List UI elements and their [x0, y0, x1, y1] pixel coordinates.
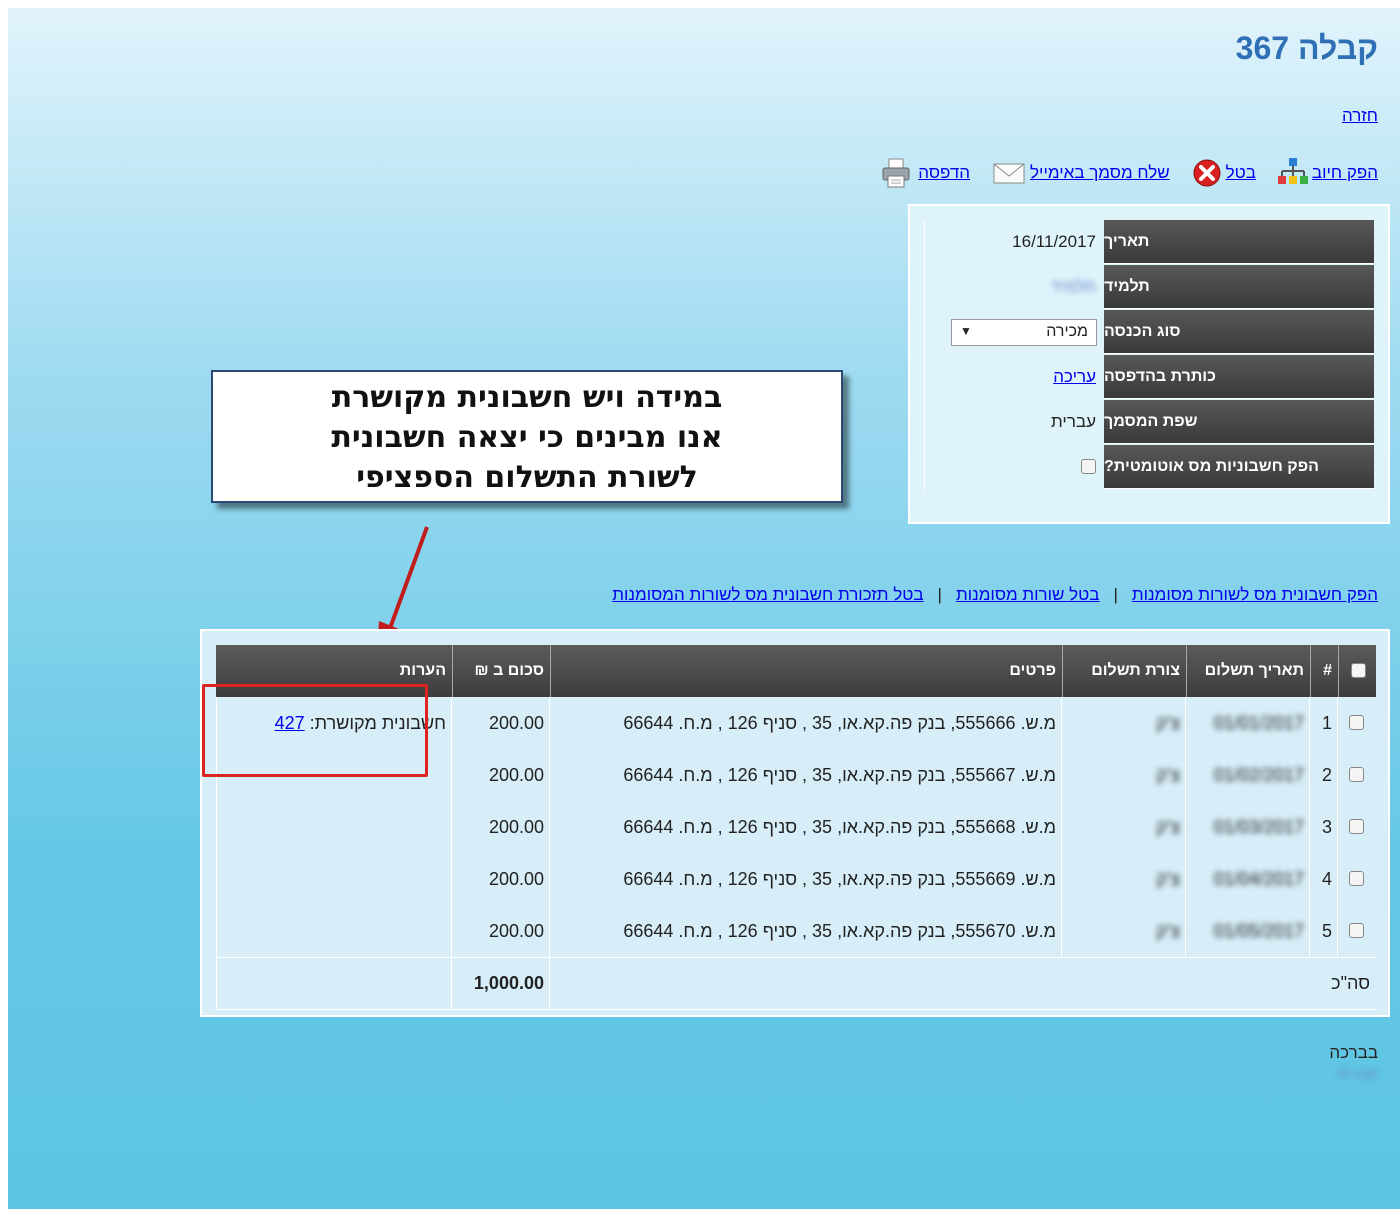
row-num: 5	[1321, 921, 1332, 941]
sitemap-icon	[1277, 156, 1308, 190]
table-row: 4 01/04/2017 צ'ק מ.ש. 555669, בנק פה.קא.…	[216, 853, 1376, 905]
row-payment-method: צ'ק	[1156, 921, 1180, 941]
row-amount: 200.00	[488, 869, 544, 889]
issue-charge-button[interactable]: הפק חיוב	[1277, 156, 1378, 190]
row-num: 4	[1321, 869, 1332, 889]
cancel-rows-link[interactable]: בטל שורות מסומנות	[956, 585, 1100, 605]
total-label: סה"כ	[1331, 973, 1370, 993]
cancel-x-icon	[1192, 158, 1222, 188]
row-payment-date: 01/01/2017	[1213, 713, 1304, 733]
dropdown-arrow-icon: ▼	[960, 324, 972, 338]
row-num: 3	[1321, 817, 1332, 837]
callout-box: במידה ויש חשבונית מקושרת אנו מבינים כי י…	[211, 370, 843, 503]
linked-invoice-highlight-frame	[202, 684, 428, 777]
document-info-panel: תאריך 16/11/2017 תלמיד תלמיד סוג הכנסה מ…	[908, 204, 1390, 524]
send-email-label[interactable]: שלח מסמך באימייל	[1030, 163, 1170, 183]
header-select-all	[1338, 645, 1376, 697]
income-type-row: סוג הכנסה מכירה ▼	[925, 310, 1374, 354]
row-amount: 200.00	[488, 713, 544, 733]
print-title-label: כותרת בהדפסה	[1104, 355, 1374, 399]
row-details: מ.ש. 555666, בנק פה.קא.או, 35 , סניף 126…	[623, 713, 1056, 733]
print-title-row: כותרת בהדפסה עריכה	[925, 355, 1374, 399]
cancel-label[interactable]: בטל	[1226, 163, 1256, 183]
header-payment-date: תאריך תשלום	[1186, 645, 1310, 697]
row-checkbox[interactable]	[1349, 715, 1364, 730]
row-checkbox[interactable]	[1349, 923, 1364, 938]
row-notes	[216, 905, 452, 957]
row-payment-method: צ'ק	[1156, 817, 1180, 837]
separator: |	[937, 585, 942, 604]
header-num: #	[1310, 645, 1338, 697]
callout-line-1: במידה ויש חשבונית מקושרת	[331, 380, 723, 415]
row-amount: 200.00	[488, 765, 544, 785]
row-checkbox[interactable]	[1349, 871, 1364, 886]
income-type-value: מכירה	[1046, 323, 1088, 340]
printer-icon	[880, 156, 914, 190]
auto-tax-checkbox[interactable]	[1081, 459, 1096, 474]
date-value: 16/11/2017	[1012, 232, 1096, 251]
table-actions-bar: הפק חשבונית מס לשורות מסומנות | בטל שורו…	[612, 585, 1378, 605]
table-row: 3 01/03/2017 צ'ק מ.ש. 555668, בנק פה.קא.…	[216, 801, 1376, 853]
row-payment-method: צ'ק	[1156, 765, 1180, 785]
date-row: תאריך 16/11/2017	[925, 220, 1374, 264]
callout-line-3: לשורת התשלום הספציפי	[356, 460, 698, 495]
footer-greeting: בברכה	[1329, 1043, 1378, 1062]
row-num: 2	[1321, 765, 1332, 785]
page-background: קבלה 367 חזרה הדפסה שלח מסמך באימייל בטל…	[8, 8, 1400, 1209]
row-num: 1	[1321, 713, 1332, 733]
print-label[interactable]: הדפסה	[918, 163, 970, 183]
total-row: סה"כ 1,000.00	[216, 957, 1376, 1009]
send-email-button[interactable]: שלח מסמך באימייל	[992, 160, 1170, 186]
table-row: 5 01/05/2017 צ'ק מ.ש. 555670, בנק פה.קא.…	[216, 905, 1376, 957]
row-payment-date: 01/03/2017	[1213, 817, 1304, 837]
auto-tax-row: הפק חשבוניות מס אוטומטית?	[925, 445, 1374, 489]
row-payment-method: צ'ק	[1156, 713, 1180, 733]
row-checkbox[interactable]	[1349, 819, 1364, 834]
select-all-checkbox[interactable]	[1351, 663, 1366, 678]
row-payment-date: 01/04/2017	[1213, 869, 1304, 889]
toolbar: הדפסה שלח מסמך באימייל בטל הפק חיוב	[880, 156, 1378, 190]
page-title: קבלה 367	[1235, 30, 1378, 66]
row-payment-method: צ'ק	[1156, 869, 1180, 889]
issue-charge-label[interactable]: הפק חיוב	[1312, 163, 1378, 183]
row-details: מ.ש. 555669, בנק פה.קא.או, 35 , סניף 126…	[623, 869, 1056, 889]
row-amount: 200.00	[488, 921, 544, 941]
header-details: פרטים	[550, 645, 1062, 697]
total-value: 1,000.00	[473, 973, 544, 993]
row-details: מ.ש. 555668, בנק פה.קא.או, 35 , סניף 126…	[623, 817, 1056, 837]
auto-tax-label: הפק חשבוניות מס אוטומטית?	[1104, 445, 1374, 489]
student-label: תלמיד	[1104, 265, 1374, 309]
footer-signature: חנה לוי	[1335, 1066, 1378, 1082]
student-row: תלמיד תלמיד	[925, 265, 1374, 309]
language-value: עברית	[1051, 412, 1096, 431]
row-payment-date: 01/05/2017	[1213, 921, 1304, 941]
row-details: מ.ש. 555670, בנק פה.קא.או, 35 , סניף 126…	[623, 921, 1056, 941]
row-payment-date: 01/02/2017	[1213, 765, 1304, 785]
envelope-icon	[992, 160, 1026, 186]
back-link[interactable]: חזרה	[1342, 106, 1378, 126]
income-type-label: סוג הכנסה	[1104, 310, 1374, 354]
row-details: מ.ש. 555667, בנק פה.קא.או, 35 , סניף 126…	[623, 765, 1056, 785]
cancel-button[interactable]: בטל	[1192, 158, 1256, 188]
student-value[interactable]: תלמיד	[1050, 277, 1096, 297]
row-notes	[216, 853, 452, 905]
language-label: שפת המסמך	[1104, 400, 1374, 444]
separator: |	[1113, 585, 1118, 604]
print-button[interactable]: הדפסה	[880, 156, 970, 190]
income-type-select[interactable]: מכירה ▼	[951, 319, 1097, 346]
row-notes	[216, 801, 452, 853]
language-row: שפת המסמך עברית	[925, 400, 1374, 444]
edit-print-title-link[interactable]: עריכה	[1053, 367, 1096, 387]
callout-line-2: אנו מבינים כי יצאה חשבונית	[331, 420, 723, 455]
header-amount: סכום ב ₪	[452, 645, 550, 697]
issue-tax-invoice-link[interactable]: הפק חשבונית מס לשורות מסומנות	[1132, 585, 1378, 605]
header-payment-method: צורת תשלום	[1062, 645, 1186, 697]
date-label: תאריך	[1104, 220, 1374, 264]
row-checkbox[interactable]	[1349, 767, 1364, 782]
row-amount: 200.00	[488, 817, 544, 837]
cancel-tax-invoice-credit-link[interactable]: בטל תזכורת חשבונית מס לשורות המסומנות	[612, 585, 923, 605]
